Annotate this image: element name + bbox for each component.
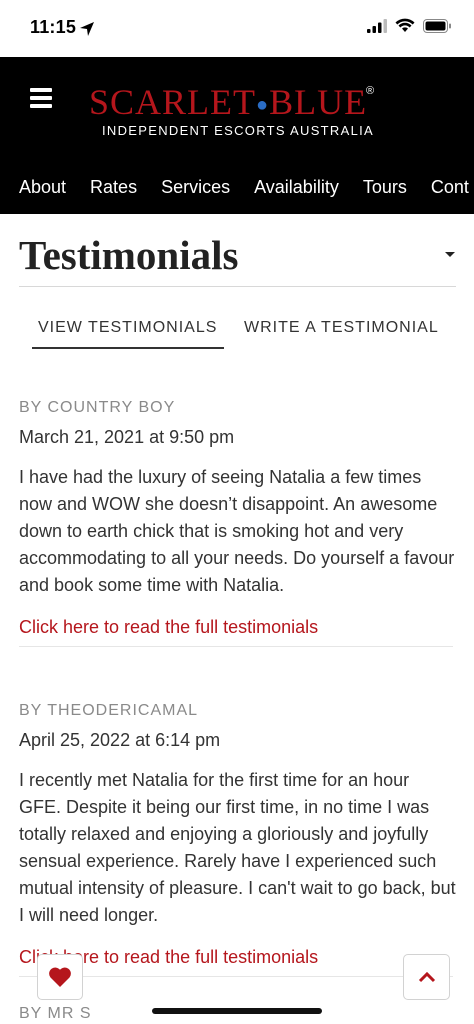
testimonial-tabs: VIEW TESTIMONIALS WRITE A TESTIMONIAL: [0, 319, 474, 351]
location-arrow-icon: [80, 22, 94, 36]
brand-name-right: BLUE: [269, 82, 368, 122]
status-time: 11:15: [30, 17, 77, 37]
caret-down-icon[interactable]: [445, 252, 455, 257]
nav-item-services[interactable]: Services: [161, 177, 230, 198]
status-bar: 11:15: [0, 0, 474, 57]
nav-item-contact[interactable]: Cont: [431, 177, 469, 198]
site-header: SCARLET●BLUE ® INDEPENDENT ESCORTS AUSTR…: [0, 57, 474, 214]
battery-icon: [423, 18, 451, 33]
brand-tagline: INDEPENDENT ESCORTS AUSTRALIA: [102, 123, 374, 138]
testimonial-author: BY COUNTRY BOY: [19, 399, 176, 416]
nav-item-about[interactable]: About: [19, 177, 66, 198]
home-indicator[interactable]: [152, 1008, 322, 1014]
testimonial-item: BY THEODERICAMAL April 25, 2022 at 6:14 …: [19, 702, 456, 977]
testimonial-author: BY THEODERICAMAL: [19, 702, 199, 719]
chevron-up-icon: [418, 971, 435, 983]
main-nav: About Rates Services Availability Tours …: [19, 177, 469, 198]
active-tab-indicator: [32, 347, 224, 349]
brand-dot: ●: [256, 94, 270, 117]
page-title: Testimonials: [19, 232, 239, 278]
scroll-to-top-button[interactable]: [403, 954, 450, 1000]
wifi-icon: [395, 18, 415, 32]
tab-write-testimonial[interactable]: WRITE A TESTIMONIAL: [244, 319, 439, 349]
divider: [19, 286, 456, 287]
testimonial-item: BY COUNTRY BOY March 21, 2021 at 9:50 pm…: [19, 399, 456, 647]
divider: [19, 976, 453, 977]
cellular-signal-icon: [367, 18, 387, 33]
testimonial-date: April 25, 2022 at 6:14 pm: [19, 730, 221, 750]
testimonial-body: I recently met Natalia for the first tim…: [19, 770, 456, 925]
nav-item-tours[interactable]: Tours: [363, 177, 407, 198]
testimonial-date: March 21, 2021 at 9:50 pm: [19, 427, 235, 447]
divider: [19, 646, 453, 647]
nav-item-rates[interactable]: Rates: [90, 177, 137, 198]
brand-name-left: SCARLET: [89, 82, 257, 122]
brand-logo[interactable]: SCARLET●BLUE: [89, 81, 367, 123]
read-full-testimonials-link[interactable]: Click here to read the full testimonials: [19, 947, 456, 968]
registered-mark: ®: [366, 85, 375, 97]
nav-item-availability[interactable]: Availability: [254, 177, 339, 198]
heart-icon: [49, 967, 71, 987]
favorite-button[interactable]: [37, 954, 83, 1000]
read-full-testimonials-link[interactable]: Click here to read the full testimonials: [19, 617, 456, 638]
tab-view-testimonials[interactable]: VIEW TESTIMONIALS: [38, 319, 217, 349]
status-icons: [367, 18, 452, 33]
testimonial-body: I have had the luxury of seeing Natalia …: [19, 467, 455, 595]
hamburger-menu-icon[interactable]: [30, 88, 52, 108]
